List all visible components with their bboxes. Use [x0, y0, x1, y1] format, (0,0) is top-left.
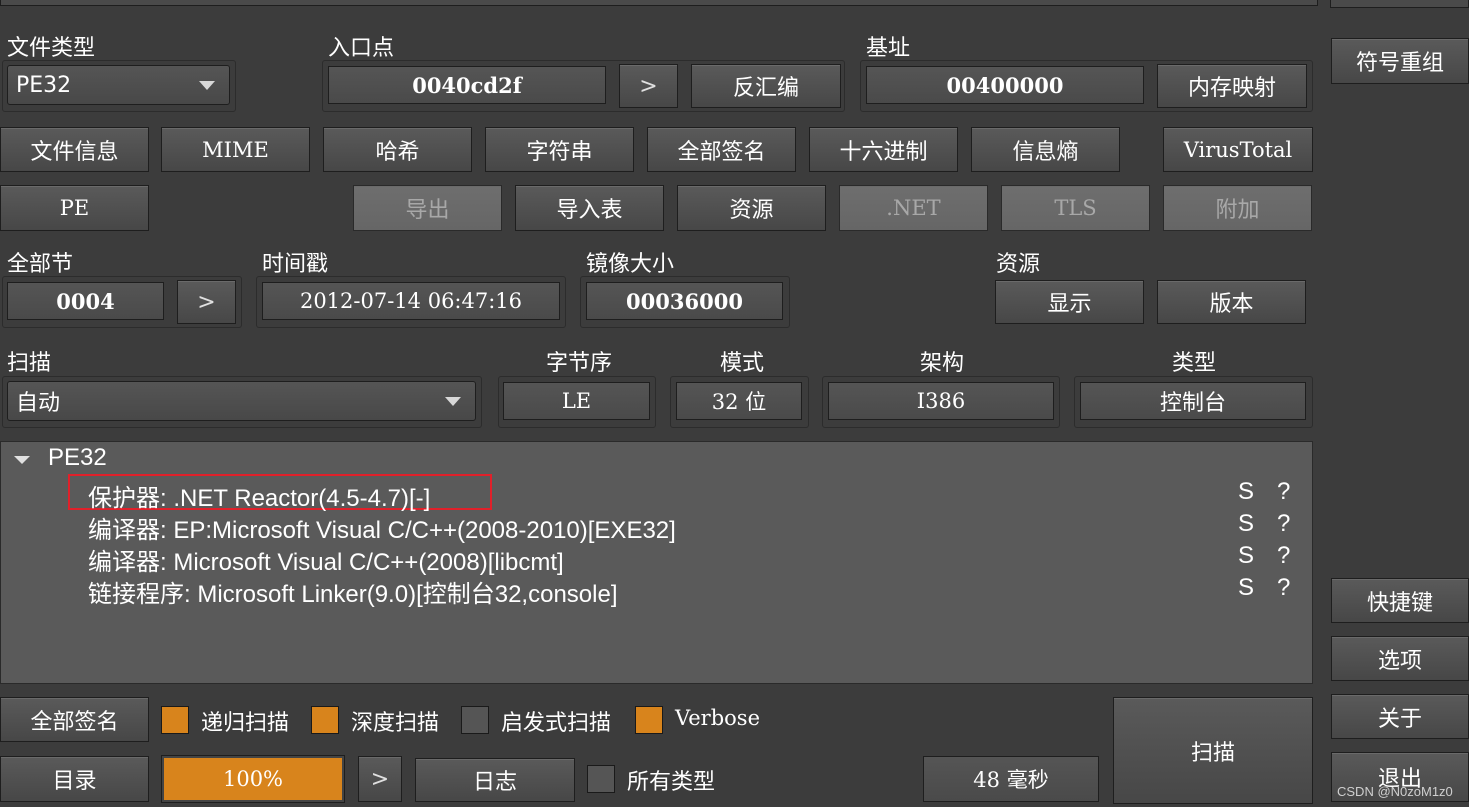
- chevron-right-icon: >: [370, 766, 390, 792]
- type-field: 控制台: [1080, 382, 1306, 420]
- mime-button[interactable]: MIME: [161, 127, 310, 172]
- path-button[interactable]: [1330, 0, 1469, 8]
- disasm-button[interactable]: 反汇编: [691, 64, 841, 108]
- overlay-button[interactable]: 附加: [1163, 185, 1312, 231]
- signature-flag[interactable]: S: [1238, 510, 1254, 538]
- recursive-label[interactable]: 递归扫描: [201, 705, 289, 737]
- chevron-right-icon: >: [639, 73, 658, 99]
- all-types-checkbox[interactable]: [587, 765, 615, 793]
- arch-label: 架构: [920, 351, 965, 376]
- watermark: CSDN @N0zoM1z0: [1337, 784, 1453, 799]
- verbose-checkbox[interactable]: [635, 706, 663, 734]
- progress-bar: 100%: [161, 755, 345, 803]
- results-tree[interactable]: PE32 保护器: .NET Reactor(4.5-4.7)[-] S ? 编…: [0, 441, 1313, 684]
- endian-field: LE: [503, 382, 650, 420]
- image-size-field[interactable]: 00036000: [586, 282, 783, 320]
- all-types-label[interactable]: 所有类型: [627, 764, 715, 796]
- show-button[interactable]: 显示: [995, 280, 1144, 324]
- verbose-label[interactable]: Verbose: [675, 706, 760, 730]
- chevron-down-icon: [199, 81, 215, 90]
- endian-label: 字节序: [546, 351, 613, 376]
- image-size-label: 镜像大小: [586, 252, 675, 277]
- export-button[interactable]: 导出: [353, 185, 502, 231]
- expand-triangle-icon[interactable]: [14, 456, 30, 464]
- sections-next-button[interactable]: >: [177, 280, 236, 324]
- file-type-label: 文件类型: [7, 36, 96, 61]
- info-flag[interactable]: ?: [1277, 478, 1290, 506]
- timestamp-label: 时间戳: [262, 252, 329, 277]
- deep-checkbox[interactable]: [311, 706, 339, 734]
- scan-mode-select[interactable]: 自动: [7, 381, 476, 421]
- sections-field[interactable]: 0004: [7, 282, 164, 320]
- entry-point-next-button[interactable]: >: [619, 64, 678, 108]
- net-button[interactable]: .NET: [839, 185, 988, 231]
- detection-row-compiler[interactable]: 编译器: Microsoft Visual C/C++(2008)[libcmt…: [88, 542, 564, 577]
- path-bar[interactable]: [0, 0, 1318, 6]
- file-type-select[interactable]: PE32: [7, 65, 230, 105]
- timestamp-field[interactable]: 2012-07-14 06:47:16: [262, 282, 560, 320]
- strings-button[interactable]: 字符串: [485, 127, 634, 172]
- info-flag[interactable]: ?: [1277, 510, 1290, 538]
- detection-row-compiler-ep[interactable]: 编译器: EP:Microsoft Visual C/C++(2008-2010…: [88, 510, 676, 545]
- heuristic-label[interactable]: 启发式扫描: [501, 705, 611, 737]
- shortcuts-button[interactable]: 快捷键: [1331, 578, 1469, 623]
- scan-button[interactable]: 扫描: [1113, 697, 1313, 804]
- progress-next-button[interactable]: >: [358, 756, 402, 802]
- mode-field: 32 位: [676, 382, 802, 420]
- progress-text: 100%: [222, 767, 284, 791]
- detection-row-linker[interactable]: 链接程序: Microsoft Linker(9.0)[控制台32,consol…: [88, 574, 618, 609]
- pe-button[interactable]: PE: [0, 185, 149, 231]
- arch-field: I386: [828, 382, 1054, 420]
- signature-flag[interactable]: S: [1238, 542, 1254, 570]
- info-flag[interactable]: ?: [1277, 574, 1290, 602]
- import-button[interactable]: 导入表: [515, 185, 664, 231]
- info-flag[interactable]: ?: [1277, 542, 1290, 570]
- entropy-button[interactable]: 信息熵: [971, 127, 1120, 172]
- virustotal-button[interactable]: VirusTotal: [1163, 127, 1313, 172]
- all-signatures-button[interactable]: 全部签名: [0, 697, 149, 742]
- chevron-right-icon: >: [197, 289, 216, 315]
- about-button[interactable]: 关于: [1331, 694, 1469, 739]
- entry-point-label: 入口点: [328, 36, 395, 61]
- heuristic-checkbox[interactable]: [461, 706, 489, 734]
- version-button[interactable]: 版本: [1157, 280, 1306, 324]
- entry-point-field[interactable]: 0040cd2f: [328, 66, 606, 104]
- memory-map-button[interactable]: 内存映射: [1157, 64, 1307, 108]
- file-type-value: PE32: [16, 72, 72, 98]
- signature-flag[interactable]: S: [1238, 478, 1254, 506]
- log-button[interactable]: 日志: [415, 758, 575, 802]
- chevron-down-icon: [445, 397, 461, 406]
- deep-label[interactable]: 深度扫描: [351, 705, 439, 737]
- tls-button[interactable]: TLS: [1001, 185, 1150, 231]
- base-label: 基址: [866, 36, 911, 61]
- detection-row-protector[interactable]: 保护器: .NET Reactor(4.5-4.7)[-]: [88, 478, 430, 513]
- sections-label: 全部节: [7, 252, 74, 277]
- signature-flag[interactable]: S: [1238, 574, 1254, 602]
- file-info-button[interactable]: 文件信息: [0, 127, 149, 172]
- symbol-button[interactable]: 符号重组: [1331, 38, 1469, 84]
- base-field[interactable]: 00400000: [866, 66, 1144, 104]
- elapsed-time-field: 48 毫秒: [923, 756, 1099, 802]
- hash-button[interactable]: 哈希: [323, 127, 472, 172]
- all-signatures-top-button[interactable]: 全部签名: [647, 127, 796, 172]
- resources-button[interactable]: 资源: [677, 185, 826, 231]
- hex-button[interactable]: 十六进制: [809, 127, 958, 172]
- recursive-checkbox[interactable]: [161, 706, 189, 734]
- resources-label: 资源: [996, 252, 1041, 277]
- mode-label: 模式: [720, 351, 765, 376]
- type-label: 类型: [1172, 351, 1217, 376]
- directory-button[interactable]: 目录: [0, 756, 149, 802]
- tree-root[interactable]: PE32: [48, 444, 107, 472]
- options-button[interactable]: 选项: [1331, 636, 1469, 681]
- scan-label: 扫描: [7, 351, 52, 376]
- scan-mode-value: 自动: [16, 391, 61, 416]
